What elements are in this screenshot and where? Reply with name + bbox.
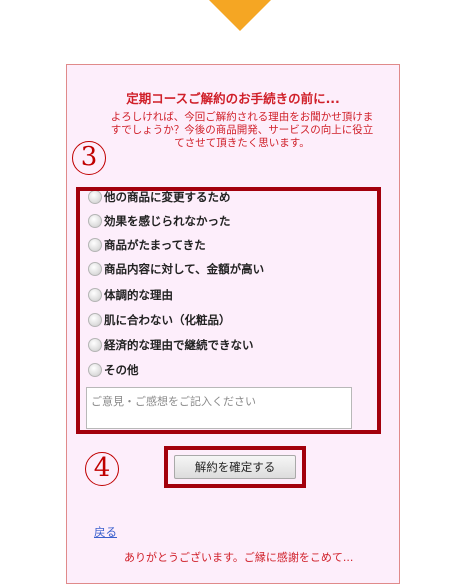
back-link[interactable]: 戻る <box>94 524 117 540</box>
reason-label: その他 <box>104 363 139 377</box>
radio-button[interactable] <box>88 238 102 252</box>
radio-button[interactable] <box>88 338 102 352</box>
panel-title: 定期コースご解約のお手続きの前に... <box>126 91 340 106</box>
reason-option[interactable]: 商品内容に対して、金額が高い <box>88 260 264 278</box>
reason-label: 商品内容に対して、金額が高い <box>104 262 265 276</box>
radio-button[interactable] <box>88 313 102 327</box>
comment-textarea[interactable]: ご意見・ご感想をご記入ください <box>86 387 352 429</box>
reason-label: 経済的な理由で継続できない <box>104 338 254 352</box>
step-4-marker: 4 <box>85 452 119 486</box>
reason-options-box: 他の商品に変更するため 効果を感じられなかった 商品がたまってきた 商品内容に対… <box>76 187 381 434</box>
radio-button[interactable] <box>88 363 102 377</box>
confirm-cancellation-button[interactable]: 解約を確定する <box>174 455 296 479</box>
radio-button[interactable] <box>88 262 102 276</box>
reason-option[interactable]: 体調的な理由 <box>88 286 173 304</box>
reason-label: 効果を感じられなかった <box>104 214 231 228</box>
reason-option[interactable]: 他の商品に変更するため <box>88 190 231 206</box>
intro-text: よろしければ、今回ご解約される理由をお聞かせ頂けますでしょうか？今後の商品開発、… <box>110 111 374 149</box>
step-3-marker: 3 <box>72 141 106 175</box>
reason-option[interactable]: 肌に合わない（化粧品） <box>88 311 231 329</box>
reason-label: 商品がたまってきた <box>104 238 206 252</box>
down-arrow-icon <box>209 0 271 31</box>
reason-label: 肌に合わない（化粧品） <box>104 313 231 327</box>
thanks-text: ありがとうございます。ご縁に感謝をこめて... <box>124 551 354 564</box>
radio-button[interactable] <box>88 288 102 302</box>
reason-label: 体調的な理由 <box>104 288 173 302</box>
reason-option[interactable]: その他 <box>88 361 139 379</box>
reason-option[interactable]: 経済的な理由で継続できない <box>88 336 254 354</box>
confirm-highlight: 解約を確定する <box>164 446 306 488</box>
radio-button[interactable] <box>88 214 102 228</box>
reason-label: 他の商品に変更するため <box>104 190 231 204</box>
reason-option[interactable]: 効果を感じられなかった <box>88 212 231 230</box>
radio-button[interactable] <box>88 191 102 204</box>
reason-option[interactable]: 商品がたまってきた <box>88 236 206 254</box>
